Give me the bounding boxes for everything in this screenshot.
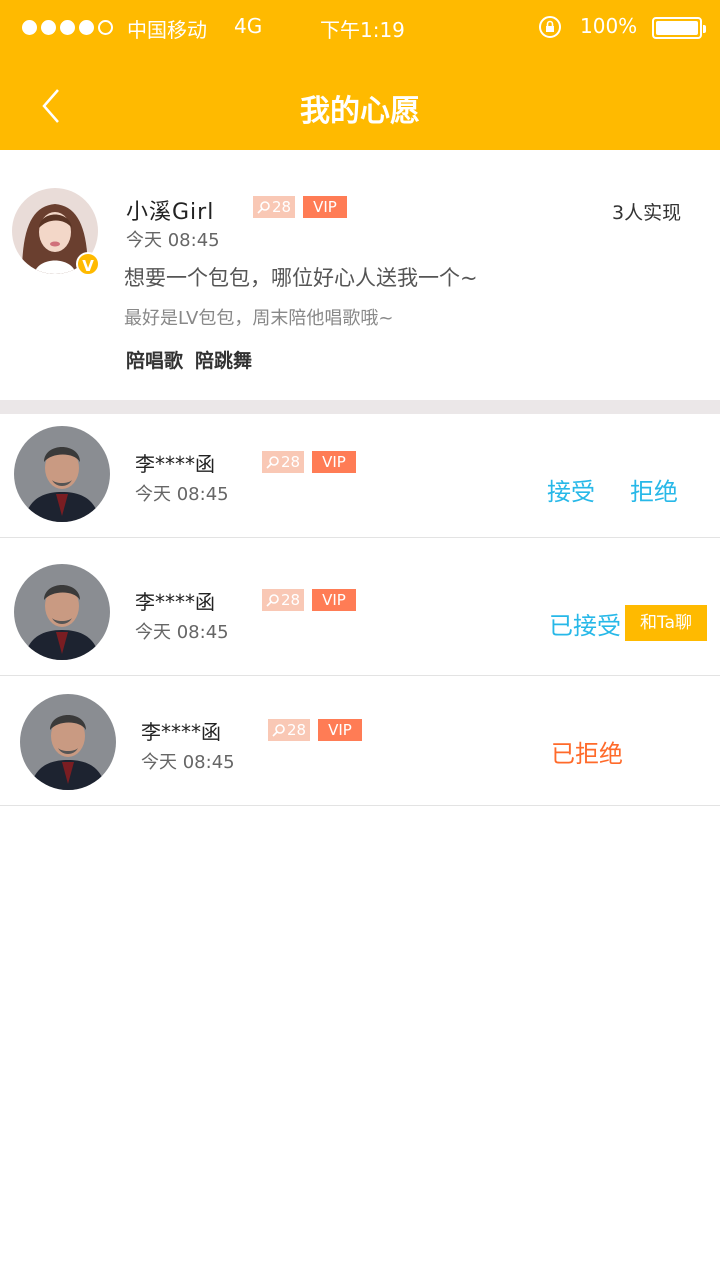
status-time: 下午1:19 xyxy=(320,18,405,42)
response-time: 今天 08:45 xyxy=(135,484,229,505)
rejected-status: 已拒绝 xyxy=(551,740,623,768)
response-time: 今天 08:45 xyxy=(135,622,229,643)
battery-percent: 100% xyxy=(580,14,638,38)
verified-badge: V xyxy=(76,252,100,276)
male-avatar-icon[interactable] xyxy=(20,694,116,790)
wish-tags: 陪唱歌 陪跳舞 xyxy=(126,346,252,373)
wish-tag: 陪跳舞 xyxy=(195,350,253,372)
signal-strength-icon xyxy=(22,20,113,35)
age-badge: 28 xyxy=(268,719,311,741)
page-title: 我的心愿 xyxy=(300,94,420,129)
male-avatar-icon[interactable] xyxy=(14,426,110,522)
wish-text: 想要一个包包，哪位好心人送我一个~ xyxy=(124,266,478,290)
age-badge: 28 xyxy=(253,196,296,218)
responder-badges: 28 VIP xyxy=(262,451,356,473)
nav-bar: 我的心愿 xyxy=(0,56,720,150)
age-badge: 28 xyxy=(262,451,305,473)
age-value: 28 xyxy=(281,591,301,609)
wish-detail: 最好是LV包包，周末陪他唱歌哦~ xyxy=(124,308,394,329)
carrier-name: 中国移动 xyxy=(127,18,207,42)
responder-name: 李****函 xyxy=(135,452,215,476)
header: 中国移动 4G 下午1:19 100% 我的心愿 xyxy=(0,0,720,150)
rotation-lock-icon xyxy=(539,16,561,38)
age-value: 28 xyxy=(281,453,301,471)
chat-button[interactable]: 和Ta聊 xyxy=(625,605,707,641)
response-row: 李****函 28 VIP 今天 08:45 已拒绝 xyxy=(0,676,720,806)
battery-icon xyxy=(652,17,706,39)
wish-user-name: 小溪Girl xyxy=(126,200,215,225)
fulfilled-count: 3人实现 xyxy=(612,202,682,224)
responder-badges: 28 VIP xyxy=(262,589,356,611)
responder-name: 李****函 xyxy=(141,720,221,744)
male-avatar-icon[interactable] xyxy=(14,564,110,660)
wish-avatar[interactable]: V xyxy=(12,188,100,276)
section-divider xyxy=(0,400,720,414)
female-icon xyxy=(266,456,279,469)
vip-badge: VIP xyxy=(318,719,362,741)
age-badge: 28 xyxy=(262,589,305,611)
wish-user-badges: 28 VIP xyxy=(253,196,347,218)
wish-card: V 小溪Girl 28 VIP 今天 08:45 3人实现 想要一个包包，哪位好… xyxy=(0,150,720,400)
age-value: 28 xyxy=(272,198,292,216)
status-bar: 中国移动 4G 下午1:19 100% xyxy=(0,0,720,56)
network-type: 4G xyxy=(234,14,263,38)
reject-button[interactable]: 拒绝 xyxy=(630,472,678,507)
accepted-status: 已接受 xyxy=(549,612,621,640)
wish-time: 今天 08:45 xyxy=(126,230,220,251)
vip-badge: VIP xyxy=(303,196,347,218)
response-row: 李****函 28 VIP 今天 08:45 接受 拒绝 xyxy=(0,414,720,538)
response-row: 李****函 28 VIP 今天 08:45 已接受 和Ta聊 xyxy=(0,538,720,676)
wish-tag: 陪唱歌 xyxy=(126,350,184,372)
female-icon xyxy=(257,201,270,214)
responder-name: 李****函 xyxy=(135,590,215,614)
vip-badge: VIP xyxy=(312,589,356,611)
responder-badges: 28 VIP xyxy=(268,719,362,741)
accept-button[interactable]: 接受 xyxy=(547,472,595,507)
female-icon xyxy=(272,724,285,737)
response-time: 今天 08:45 xyxy=(141,752,235,773)
female-icon xyxy=(266,594,279,607)
vip-badge: VIP xyxy=(312,451,356,473)
age-value: 28 xyxy=(287,721,307,739)
